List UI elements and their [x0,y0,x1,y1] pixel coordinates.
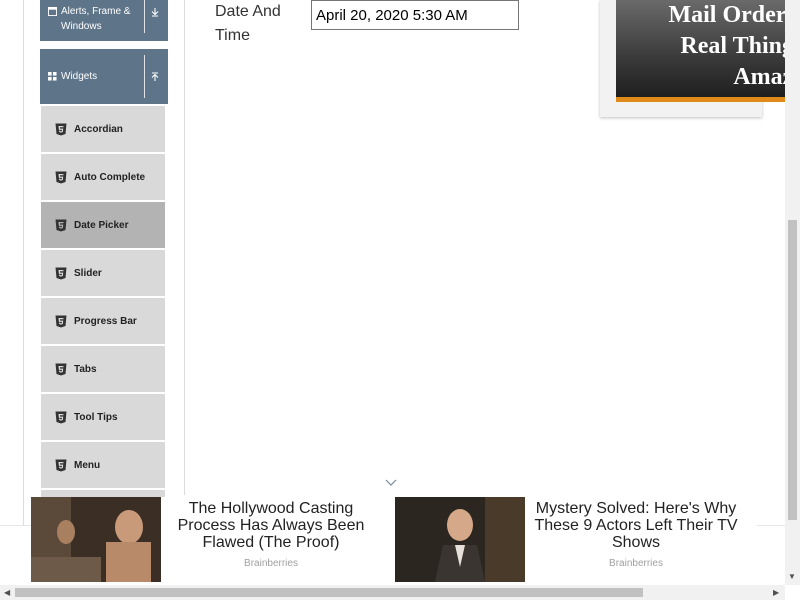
group-label: Alerts, Frame & Windows [61,6,131,32]
sidebar-item-date-picker[interactable]: Date Picker [41,202,165,248]
date-time-label: Date And Time [215,3,281,44]
sidebar-item-menu[interactable]: Menu [41,442,165,488]
sidebar-right-border [184,0,185,495]
sidebar-item-label: Slider [74,268,102,279]
sidebar-item-tabs[interactable]: Tabs [41,346,165,392]
html5-icon [55,363,67,376]
vertical-scrollbar-thumb[interactable] [788,220,797,520]
sidebar-item-auto-complete[interactable]: Auto Complete [41,154,165,200]
group-widgets[interactable]: Widgets [40,49,168,104]
ad-top-headline: Mail Order ’ Real Thing, Amazi [668,2,800,90]
sidebar-item-label: Menu [74,460,101,471]
sidebar-item-label: Tool Tips [74,412,118,423]
html5-icon [55,267,67,280]
sidebar-item-accordian[interactable]: Accordian [41,106,165,152]
html5-icon [55,459,67,472]
sidebar-item-label: Auto Complete [74,172,146,183]
html5-icon [55,123,67,136]
group-alerts-frame-windows[interactable]: Alerts, Frame & Windows [40,0,168,41]
chevron-down-icon[interactable] [385,478,397,488]
group-separator [144,55,145,98]
scroll-down-arrow-icon[interactable]: ▼ [788,573,796,581]
html5-icon [55,219,67,232]
window-icon [48,7,57,16]
date-time-input[interactable] [311,0,519,30]
scroll-right-arrow-icon[interactable]: ▶ [773,589,779,597]
ad-source-2: Brainberries [609,558,663,569]
sidebar-item-label: Date Picker [74,220,129,231]
ad-source-1: Brainberries [244,558,298,569]
collapse-up-icon[interactable] [150,72,160,82]
sidebar-item-label: Progress Bar [74,316,137,327]
html5-icon [55,171,67,184]
ad-title-1[interactable]: The Hollywood Casting Process Has Always… [170,500,372,551]
horizontal-scrollbar-thumb[interactable] [15,588,643,597]
expand-down-icon[interactable] [150,7,160,17]
group-label: Widgets [61,71,98,82]
sidebar-item-slider[interactable]: Slider [41,250,165,296]
ad-thumbnail-1[interactable] [31,497,161,582]
ad-top-accent-bar [616,97,800,102]
sidebar-left-border [23,0,24,525]
sidebar-item-label: Accordian [74,124,123,135]
scroll-left-arrow-icon[interactable]: ◀ [4,589,10,597]
sidebar-item-progress-bar[interactable]: Progress Bar [41,298,165,344]
ad-title-2[interactable]: Mystery Solved: Here's Why These 9 Actor… [530,500,742,551]
grid-icon [48,72,57,81]
sidebar-item-tool-tips[interactable]: Tool Tips [41,394,165,440]
group-separator [144,0,145,33]
html5-icon [55,411,67,424]
ad-thumbnail-2[interactable] [395,497,525,582]
ad-top-banner[interactable]: Mail Order ’ Real Thing, Amazi [616,0,800,97]
sidebar-item-label: Tabs [74,364,97,375]
html5-icon [55,315,67,328]
